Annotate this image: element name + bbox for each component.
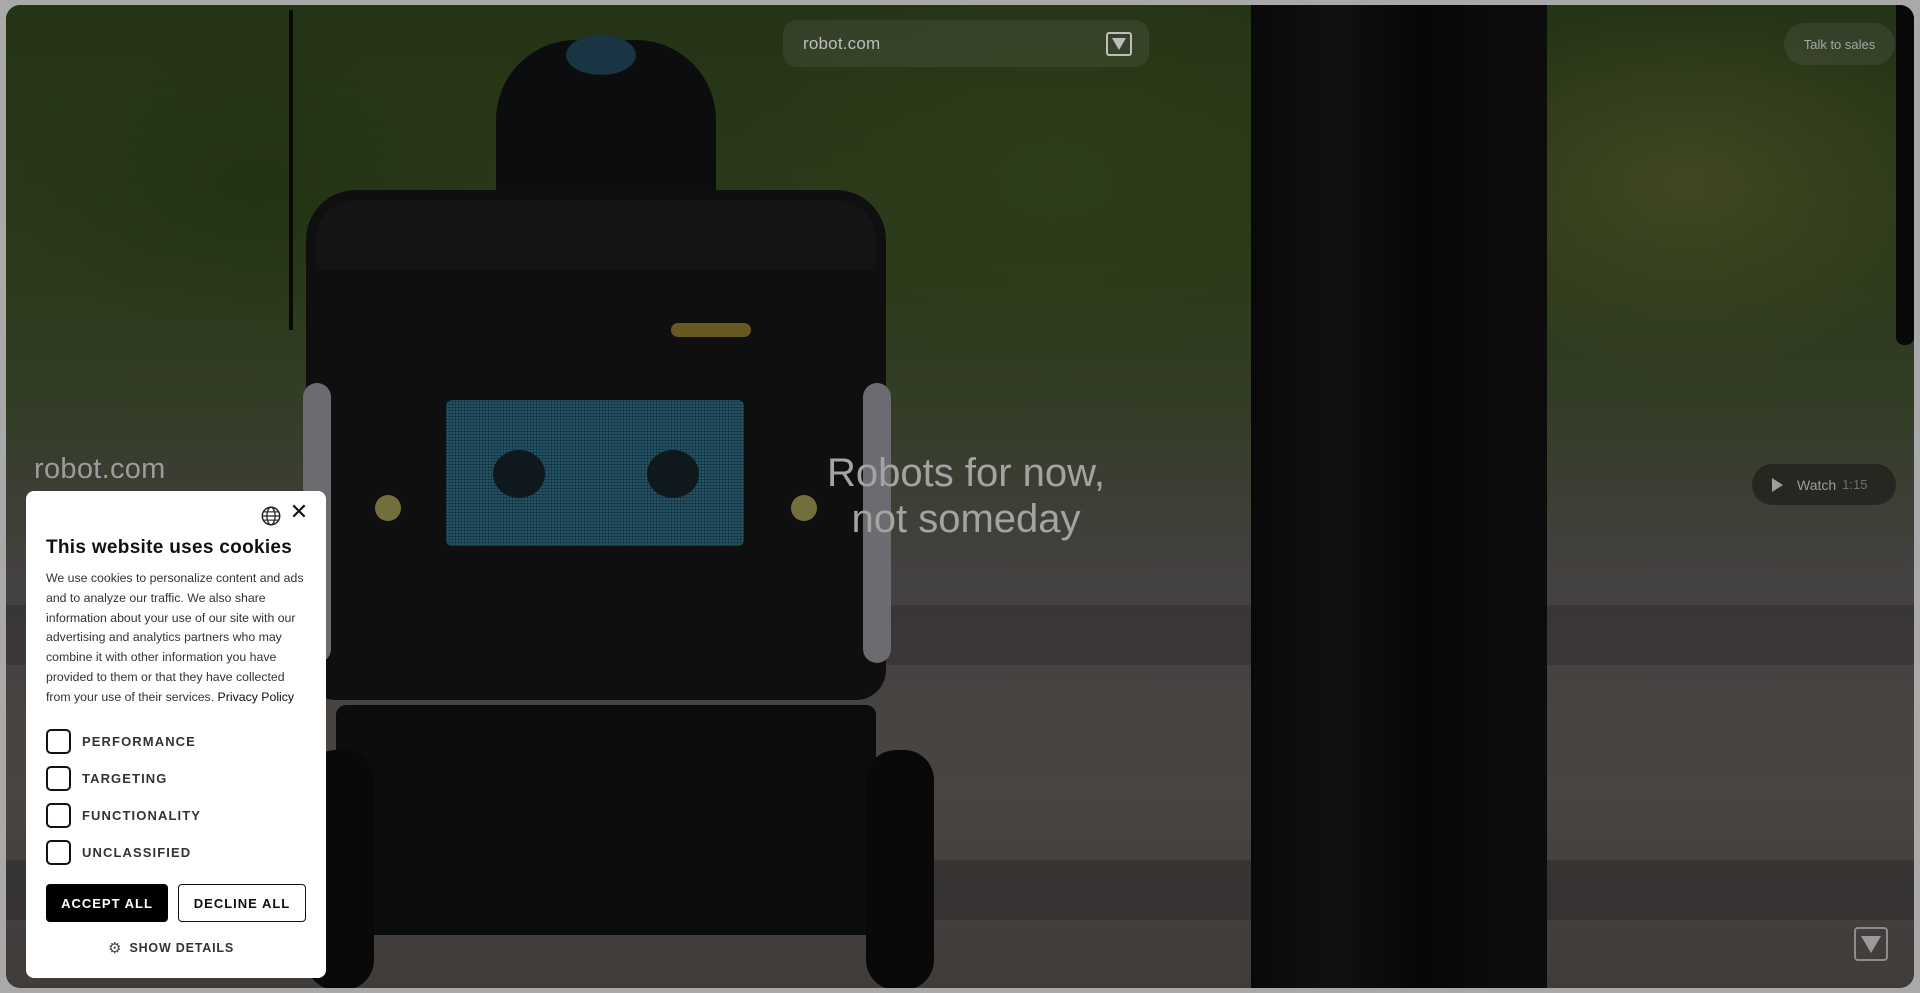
site-logo[interactable]: robot.com: [803, 34, 880, 54]
menu-button[interactable]: [1106, 32, 1132, 56]
targeting-checkbox[interactable]: [46, 765, 71, 791]
play-icon: [1772, 477, 1783, 492]
accept-all-button[interactable]: ACCEPT ALL: [46, 884, 168, 922]
performance-checkbox[interactable]: [46, 728, 71, 754]
option-label: TARGETING: [82, 770, 168, 786]
cookie-body: We use cookies to personalize content an…: [46, 571, 304, 704]
cookie-title: This website uses cookies: [46, 537, 293, 558]
headline-line-1: Robots for now,: [827, 451, 1105, 495]
gear-icon: ⚙: [108, 940, 122, 957]
hero-headline: Robots for now, not someday: [786, 450, 1146, 542]
talk-to-sales-button[interactable]: Talk to sales: [1784, 23, 1895, 65]
watch-video-button[interactable]: Watch 1:15: [1752, 464, 1896, 505]
show-details-label: SHOW DETAILS: [129, 941, 234, 955]
video-duration: 1:15: [1842, 477, 1868, 492]
option-functionality[interactable]: FUNCTIONALITY: [46, 802, 201, 828]
option-unclassified[interactable]: UNCLASSIFIED: [46, 839, 191, 865]
triangle-down-icon: [1861, 935, 1881, 953]
show-details-toggle[interactable]: ⚙ SHOW DETAILS: [108, 939, 234, 957]
watch-label: Watch: [1797, 476, 1837, 493]
cookie-description: We use cookies to personalize content an…: [46, 569, 311, 708]
scroll-down-button[interactable]: [1854, 927, 1888, 961]
headline-line-2: not someday: [851, 497, 1081, 541]
option-label: FUNCTIONALITY: [82, 807, 202, 823]
option-label: PERFORMANCE: [82, 733, 196, 749]
triangle-down-icon: [1112, 38, 1126, 50]
functionality-checkbox[interactable]: [46, 802, 71, 828]
decline-all-button[interactable]: DECLINE ALL: [178, 884, 306, 922]
hero-video-background: robot.com Talk to sales robot.com Robots…: [6, 5, 1914, 988]
option-label: UNCLASSIFIED: [82, 844, 192, 860]
hero-logo: robot.com: [34, 453, 166, 485]
unclassified-checkbox[interactable]: [46, 839, 71, 865]
option-targeting[interactable]: TARGETING: [46, 765, 168, 791]
cookie-consent-dialog: ✕ This website uses cookies We use cooki…: [26, 491, 326, 978]
option-performance[interactable]: PERFORMANCE: [46, 728, 196, 754]
close-icon[interactable]: ✕: [289, 501, 309, 523]
globe-icon[interactable]: [260, 505, 282, 527]
privacy-policy-link[interactable]: Privacy Policy: [218, 690, 295, 704]
